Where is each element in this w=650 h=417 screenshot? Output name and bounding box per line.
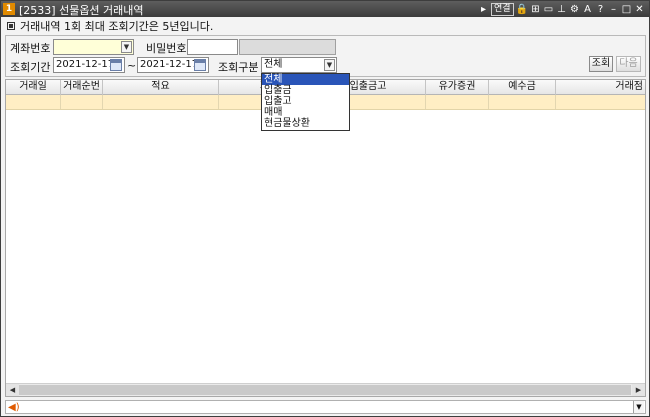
title-icons: ▸ 연결 🔒 ⊞ ▭ ⊥ ⚙ A ? – □ ✕ [478,2,645,16]
period-label: 조회기간 [10,61,51,74]
minimize-icon[interactable]: – [608,3,619,16]
scroll-thumb[interactable] [19,385,631,395]
table-cell [426,95,489,109]
account-label: 계좌번호 [10,42,51,55]
col-securities[interactable]: 유가증권 [426,80,489,95]
table-cell [6,95,61,109]
col-branch[interactable]: 거래점 [556,80,645,95]
scroll-left-icon[interactable]: ◀ [6,384,19,396]
title-bar[interactable]: 1 [2533] 선물옵션 거래내역 ▸ 연결 🔒 ⊞ ▭ ⊥ ⚙ A ? – … [1,1,649,17]
col-summary[interactable]: 적요 [103,80,219,95]
grid-icon[interactable]: ⊞ [530,3,541,16]
play-icon[interactable]: ▸ [478,3,489,16]
link-button-icon[interactable]: 연결 [490,2,514,16]
maximize-icon[interactable]: □ [621,3,632,16]
end-date-calendar-icon[interactable] [194,59,206,71]
date-range-separator: ~ [127,59,137,72]
type-dropdown-list: 전체 입출금 입출고 매매 현금물상환 [261,73,350,131]
start-date-calendar-icon[interactable] [110,59,122,71]
search-button[interactable]: 조회 [589,56,613,72]
window-title: [2533] 선물옵션 거래내역 [19,4,144,17]
settings-icon[interactable]: ⚙ [569,3,580,16]
close-icon[interactable]: ✕ [634,3,645,16]
type-option-all[interactable]: 전체 [262,74,349,85]
window-icon[interactable]: ▭ [543,3,554,16]
help-icon[interactable]: ? [595,3,606,16]
type-option-cash[interactable]: 입출금 [262,85,349,96]
status-dropdown-icon[interactable]: ▼ [633,401,644,413]
account-dropdown-button[interactable]: ▼ [121,41,132,53]
horizontal-scrollbar[interactable]: ◀ ▶ [6,383,645,396]
col-trade-date[interactable]: 거래일 [6,80,61,95]
password-field[interactable] [187,39,238,55]
notice-text: 거래내역 1회 최대 조회기간은 5년입니다. [20,20,214,33]
col-deposit[interactable]: 예수금 [489,80,556,95]
type-option-cash-settlement[interactable]: 현금물상환 [262,118,349,129]
main-window: 1 [2533] 선물옵션 거래내역 ▸ 연결 🔒 ⊞ ▭ ⊥ ⚙ A ? – … [0,0,650,417]
table-cell [103,95,219,109]
password-label: 비밀번호 [146,42,187,55]
type-option-securities-transfer[interactable]: 입출고 [262,96,349,107]
col-trade-seq[interactable]: 거래순번 [61,80,103,95]
type-option-trade[interactable]: 매매 [262,107,349,118]
table-cell [61,95,103,109]
status-bar: ◀) ▼ [5,400,646,414]
bullet-icon [7,22,15,30]
type-label: 조회구분 [218,61,259,74]
font-icon[interactable]: A [582,3,593,16]
speaker-icon[interactable]: ◀) [8,402,20,413]
notice-line: 거래내역 1회 최대 조회기간은 5년입니다. [7,19,213,33]
lock-icon[interactable]: 🔒 [516,3,528,16]
query-panel: 계좌번호 ▼ 비밀번호 조회기간 2021-12-17 ~ 2021-12-17… [5,35,646,77]
type-dropdown-button[interactable]: ▼ [324,59,335,71]
pin-icon[interactable]: ⊥ [556,3,567,16]
account-name-display [239,39,336,55]
window-number-badge: 1 [3,3,15,15]
next-button[interactable]: 다음 [616,56,641,72]
scroll-right-icon[interactable]: ▶ [632,384,645,396]
table-cell [489,95,556,109]
